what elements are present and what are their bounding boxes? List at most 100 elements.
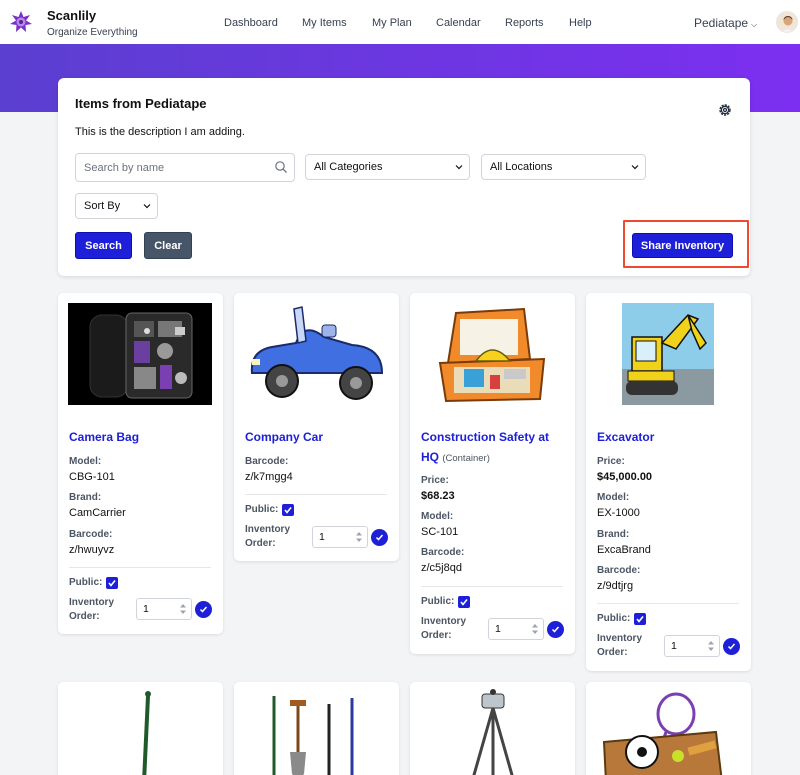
- camera-bag-image[interactable]: [68, 303, 212, 405]
- container-tag: (Container): [442, 453, 490, 464]
- field-label: Model:: [597, 492, 630, 503]
- field-label: Barcode:: [597, 565, 641, 576]
- search-input[interactable]: [76, 154, 256, 181]
- search-button[interactable]: Search: [75, 232, 132, 259]
- save-order-button[interactable]: [195, 601, 212, 618]
- item-card: [410, 682, 575, 775]
- brand-name[interactable]: Scanlily: [47, 8, 96, 23]
- inventory-order-label: Inventory Order:: [597, 632, 642, 660]
- item-name-link[interactable]: Camera Bag: [69, 427, 139, 447]
- account-menu[interactable]: Pediatape ⌵: [694, 16, 757, 30]
- public-label: Public:: [245, 504, 279, 515]
- chevron-down-icon: [455, 165, 463, 170]
- page-title: Items from Pediatape: [75, 96, 207, 111]
- safety-kit-image[interactable]: [420, 303, 564, 405]
- field-label: Model:: [69, 456, 102, 467]
- sports-box-image[interactable]: [586, 682, 751, 775]
- tools-image[interactable]: [234, 682, 399, 775]
- field-label: Price:: [597, 456, 625, 467]
- field-value: z/9dtjrg: [597, 580, 634, 592]
- nav-calendar[interactable]: Calendar: [436, 17, 481, 29]
- field-value: z/c5j8qd: [421, 562, 462, 574]
- item-card: Excavator Price: $45,000.00 Model: EX-10…: [586, 293, 751, 671]
- item-card: [58, 682, 223, 775]
- public-label: Public:: [597, 613, 631, 624]
- chevron-down-icon: ⌵: [751, 20, 758, 29]
- field-value: EX-1000: [597, 507, 640, 519]
- inventory-order-label: Inventory Order:: [421, 615, 466, 643]
- sort-select[interactable]: Sort By: [75, 193, 158, 219]
- item-name-link[interactable]: Company Car: [245, 427, 323, 447]
- tool-image[interactable]: [58, 682, 223, 775]
- field-label: Barcode:: [245, 456, 289, 467]
- location-select[interactable]: All Locations: [481, 154, 646, 180]
- category-select[interactable]: All Categories: [305, 154, 470, 180]
- field-label: Barcode:: [69, 529, 113, 540]
- stepper-icon[interactable]: [355, 531, 363, 543]
- inventory-label-line: Order:: [245, 538, 276, 549]
- divider: [69, 567, 211, 568]
- public-checkbox[interactable]: [106, 577, 118, 589]
- inventory-order-input[interactable]: 1: [312, 526, 368, 548]
- search-icon[interactable]: [274, 160, 288, 174]
- nav-reports[interactable]: Reports: [505, 17, 544, 29]
- save-order-button[interactable]: [547, 621, 564, 638]
- save-order-button[interactable]: [371, 529, 388, 546]
- public-checkbox[interactable]: [634, 613, 646, 625]
- public-checkbox[interactable]: [458, 596, 470, 608]
- divider: [597, 603, 739, 604]
- item-card: [234, 682, 399, 775]
- field-label: Model:: [421, 511, 454, 522]
- nav-my-items[interactable]: My Items: [302, 17, 347, 29]
- check-icon: [727, 643, 736, 650]
- field-label: Brand:: [597, 529, 630, 540]
- public-checkbox[interactable]: [282, 504, 294, 516]
- avatar[interactable]: [776, 11, 798, 33]
- clear-button[interactable]: Clear: [144, 232, 192, 259]
- field-label: Brand:: [69, 492, 102, 503]
- gear-icon[interactable]: [717, 102, 733, 118]
- item-name-line: HQ: [421, 450, 439, 464]
- field-label: Price:: [421, 475, 449, 486]
- chevron-down-icon: [631, 165, 639, 170]
- company-car-image[interactable]: [244, 303, 388, 405]
- inventory-order-input[interactable]: 1: [136, 598, 192, 620]
- inventory-label-line: Order:: [69, 611, 100, 622]
- tripod-image[interactable]: [410, 682, 575, 775]
- brand-tagline: Organize Everything: [47, 27, 138, 38]
- stepper-icon[interactable]: [179, 603, 187, 615]
- check-icon: [375, 534, 384, 541]
- nav-my-plan[interactable]: My Plan: [372, 17, 412, 29]
- field-value: $68.23: [421, 490, 455, 502]
- divider: [421, 586, 563, 587]
- stepper-icon[interactable]: [531, 623, 539, 635]
- nav-dashboard[interactable]: Dashboard: [224, 17, 278, 29]
- inventory-label-line: Inventory: [421, 616, 467, 627]
- share-inventory-highlight: [623, 220, 749, 268]
- excavator-image[interactable]: [622, 303, 714, 405]
- item-name-link[interactable]: Excavator: [597, 427, 654, 447]
- item-name-line: Construction Safety at: [421, 430, 550, 444]
- inventory-label-line: Inventory: [245, 524, 291, 535]
- item-card: Camera Bag Model: CBG-101 Brand: CamCarr…: [58, 293, 223, 634]
- field-label: Barcode:: [421, 547, 465, 558]
- save-order-button[interactable]: [723, 638, 740, 655]
- inventory-label-line: Order:: [421, 630, 452, 641]
- inventory-order-label: Inventory Order:: [69, 596, 114, 624]
- inventory-order-value: 1: [671, 640, 677, 652]
- public-label: Public:: [421, 596, 455, 607]
- inventory-order-input[interactable]: 1: [488, 618, 544, 640]
- field-value: SC-101: [421, 526, 459, 538]
- inventory-order-label: Inventory Order:: [245, 523, 290, 551]
- item-card: Company Car Barcode: z/k7mgg4 Public: In…: [234, 293, 399, 561]
- field-value: $45,000.00: [597, 471, 653, 483]
- inventory-label-line: Inventory: [597, 633, 643, 644]
- nav-help[interactable]: Help: [569, 17, 592, 29]
- item-name-link[interactable]: Construction Safety at HQ (Container): [421, 427, 549, 469]
- location-select-value: All Locations: [490, 161, 553, 173]
- inventory-order-value: 1: [319, 531, 325, 543]
- search-field: [75, 153, 295, 182]
- scanlily-logo-icon[interactable]: [10, 11, 32, 33]
- stepper-icon[interactable]: [707, 640, 715, 652]
- inventory-order-input[interactable]: 1: [664, 635, 720, 657]
